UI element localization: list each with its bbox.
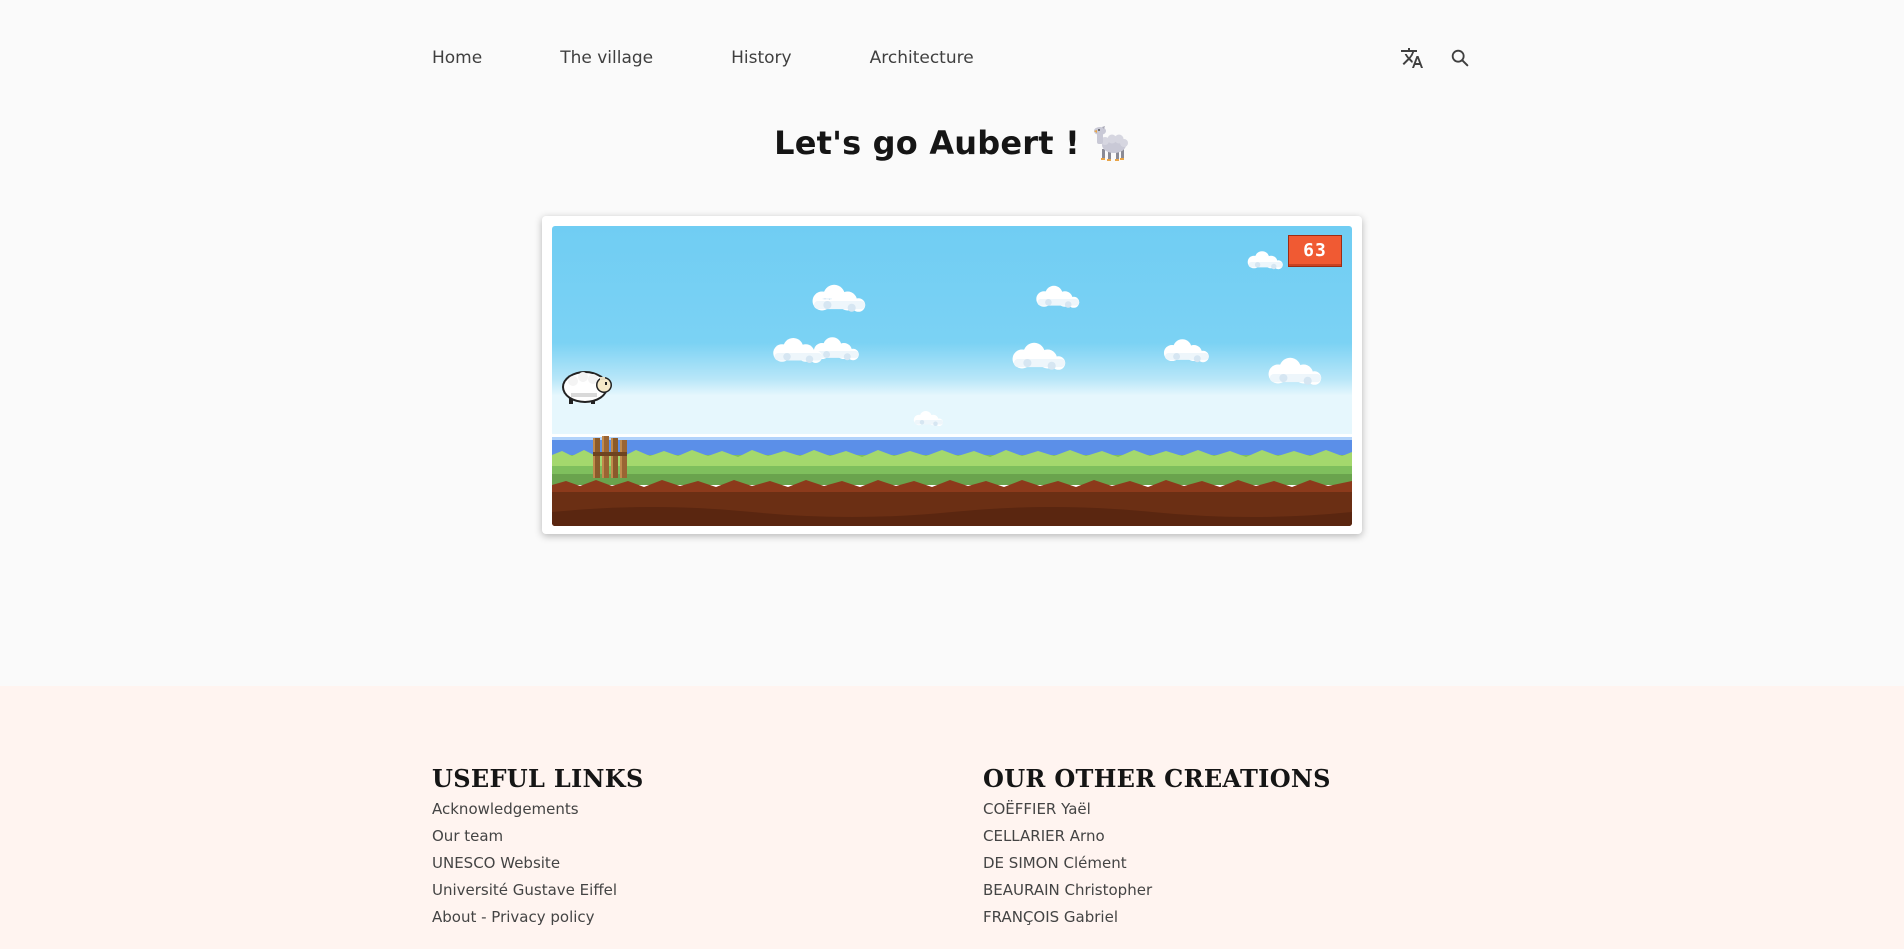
other-creations-heading: OUR OTHER CREATIONS	[983, 764, 1331, 793]
link-creation-cellarier[interactable]: CELLARIER Arno	[983, 827, 1105, 845]
list-item: Acknowledgements	[432, 796, 644, 823]
sheep-icon	[1093, 126, 1128, 161]
list-item: DE SIMON Clément	[983, 850, 1331, 877]
page-title: Let's go Aubert !	[774, 124, 1130, 162]
link-creation-beaurain[interactable]: BEAURAIN Christopher	[983, 881, 1152, 899]
useful-links-heading: USEFUL LINKS	[432, 764, 644, 793]
link-creation-de-simon[interactable]: DE SIMON Clément	[983, 854, 1127, 872]
useful-links-section: USEFUL LINKS Acknowledgements Our team U…	[432, 766, 644, 931]
list-item: COËFFIER Yaël	[983, 796, 1331, 823]
site-footer: USEFUL LINKS Acknowledgements Our team U…	[0, 686, 1904, 949]
search-icon	[1451, 49, 1469, 67]
useful-links-list: Acknowledgements Our team UNESCO Website…	[432, 796, 644, 931]
nav-history[interactable]: History	[731, 46, 791, 70]
link-unesco-website[interactable]: UNESCO Website	[432, 854, 560, 872]
header-tools	[1398, 44, 1474, 72]
link-creation-francois[interactable]: FRANÇOIS Gabriel	[983, 908, 1118, 926]
list-item: CELLARIER Arno	[983, 823, 1331, 850]
page-title-text: Let's go Aubert !	[774, 124, 1080, 162]
main-nav: Home The village History Architecture	[432, 46, 974, 70]
game-canvas[interactable]: 63	[552, 226, 1352, 526]
list-item: BEAURAIN Christopher	[983, 877, 1331, 904]
other-creations-list: COËFFIER Yaël CELLARIER Arno DE SIMON Cl…	[983, 796, 1331, 931]
link-creation-coeffier[interactable]: COËFFIER Yaël	[983, 800, 1091, 818]
link-about-privacy-policy[interactable]: About - Privacy policy	[432, 908, 595, 926]
translate-icon	[1401, 48, 1423, 68]
nav-architecture[interactable]: Architecture	[870, 46, 974, 70]
site-header: Home The village History Architecture	[0, 0, 1904, 118]
game-frame: 63	[542, 216, 1362, 534]
list-item: UNESCO Website	[432, 850, 644, 877]
link-acknowledgements[interactable]: Acknowledgements	[432, 800, 579, 818]
game-scene	[552, 226, 1352, 526]
other-creations-section: OUR OTHER CREATIONS COËFFIER Yaël CELLAR…	[983, 766, 1331, 931]
search-button[interactable]	[1446, 44, 1474, 72]
nav-home[interactable]: Home	[432, 46, 482, 70]
nav-the-village[interactable]: The village	[560, 46, 653, 70]
score-badge: 63	[1288, 235, 1342, 267]
title-section: Let's go Aubert !	[0, 124, 1904, 162]
list-item: Our team	[432, 823, 644, 850]
translate-button[interactable]	[1398, 44, 1426, 72]
link-our-team[interactable]: Our team	[432, 827, 503, 845]
list-item: FRANÇOIS Gabriel	[983, 904, 1331, 931]
link-universite-gustave-eiffel[interactable]: Université Gustave Eiffel	[432, 881, 617, 899]
list-item: Université Gustave Eiffel	[432, 877, 644, 904]
list-item: About - Privacy policy	[432, 904, 644, 931]
